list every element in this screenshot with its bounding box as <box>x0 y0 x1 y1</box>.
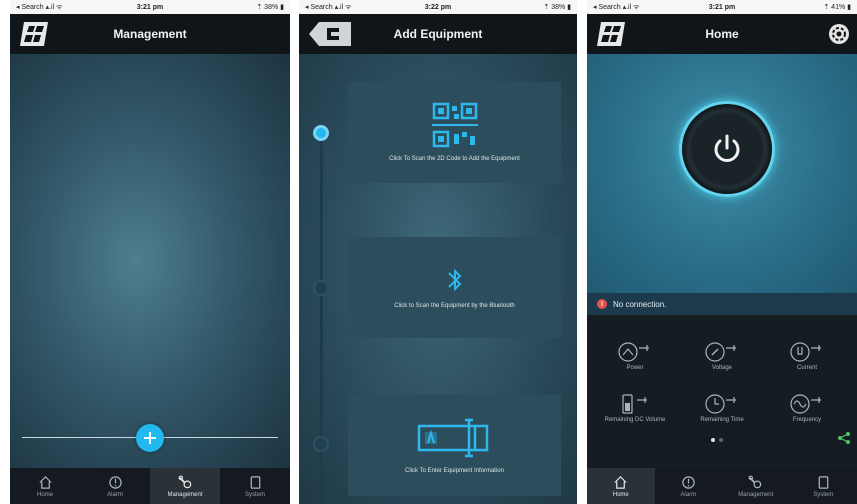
add-equipment-screen: ◂ Search ▴.il ᯤ 3:22 pm ⇡ 38% ▮ Add Equi… <box>299 0 577 504</box>
power-panel <box>587 54 857 293</box>
current-icon <box>790 342 821 362</box>
battery-icon <box>622 394 647 414</box>
tab-label: Home <box>36 491 53 498</box>
tab-alarm[interactable]: Alarm <box>655 468 723 504</box>
page-dot-active <box>711 438 715 442</box>
voltage-icon <box>705 342 736 362</box>
metric-label: Current <box>796 365 817 371</box>
tab-alarm[interactable]: Alarm <box>80 468 150 504</box>
wrench-gear-icon <box>748 475 762 488</box>
tab-label: Management <box>738 491 774 498</box>
tab-home[interactable]: Home <box>10 468 80 504</box>
status-bar: ◂ Search ▴.il ᯤ 3:21 pm ⇡ 41% ▮ <box>587 0 857 14</box>
metric-power: Power <box>593 341 677 387</box>
gear-icon[interactable] <box>827 22 851 46</box>
status-bar: ◂ Search ▴.il ᯤ 3:22 pm ⇡ 38% ▮ <box>299 0 577 14</box>
tab-label: System <box>244 491 265 498</box>
option-label: Click to Scan the Equipment by the Bluet… <box>394 302 515 309</box>
wrench-gear-icon <box>178 475 191 488</box>
metric-label: Remaining Time <box>700 417 744 423</box>
option-label: Click To Enter Equipment Information <box>405 467 504 474</box>
nav-bar: Home <box>587 14 857 54</box>
metric-label: Voltage <box>711 365 733 371</box>
status-carrier: ◂ Search ▴.il ᯤ <box>16 3 63 11</box>
metric-remaining-time: Remaining Time <box>680 393 764 439</box>
share-icon[interactable] <box>837 431 851 445</box>
page-title: Add Equipment <box>393 27 483 41</box>
tab-bar: Home Alarm Management System <box>587 468 857 504</box>
scan-bluetooth-option[interactable]: Click to Scan the Equipment by the Bluet… <box>348 237 561 338</box>
tab-label: Alarm <box>107 491 123 498</box>
page-title: Home <box>705 27 739 41</box>
metric-label: Remaining DC Volume <box>604 417 666 423</box>
status-battery: ⇡ 41% ▮ <box>823 4 851 11</box>
metric-label: Frequency <box>792 417 822 423</box>
metric-current: Current <box>765 341 849 387</box>
power-icon <box>714 134 740 162</box>
step-indicator <box>313 436 329 452</box>
nav-bar: Add Equipment <box>299 14 577 54</box>
option-label: Click To Scan the 2D Code to Add the Equ… <box>389 155 520 162</box>
tab-management[interactable]: Management <box>150 468 220 504</box>
tab-home[interactable]: Home <box>587 468 655 504</box>
status-time: 3:22 pm <box>424 3 452 11</box>
add-equipment-button[interactable] <box>136 424 164 452</box>
enter-info-option[interactable]: Click To Enter Equipment Information <box>348 395 561 496</box>
tab-bar: Home Alarm Management System <box>10 468 290 504</box>
app-logo-icon <box>597 22 625 46</box>
status-carrier: ◂ Search ▴.il ᯤ <box>593 3 640 11</box>
clock-icon <box>705 394 736 414</box>
step-indicator-active <box>313 125 329 141</box>
qr-code-icon <box>431 102 478 147</box>
connection-status-text: No connection. <box>613 299 667 309</box>
metric-voltage: Voltage <box>680 341 764 387</box>
metric-label: Power <box>626 365 644 371</box>
alarm-icon <box>108 475 122 489</box>
document-icon <box>818 475 829 489</box>
status-carrier: ◂ Search ▴.il ᯤ <box>305 3 352 11</box>
power-button[interactable] <box>679 101 775 197</box>
management-screen: ◂ Search ▴.il ᯤ 3:21 pm ⇡ 38% ▮ Manageme… <box>10 0 290 504</box>
tab-system[interactable]: System <box>790 468 857 504</box>
home-icon <box>38 475 52 489</box>
metrics-panel: Power Voltage Current Remaining DC Volum… <box>587 315 857 468</box>
metric-remaining-dc-volume: Remaining DC Volume <box>593 393 677 439</box>
tab-label: Home <box>612 491 629 498</box>
page-dot <box>719 438 723 442</box>
frequency-icon <box>790 394 821 414</box>
add-equipment-content: Click To Scan the 2D Code to Add the Equ… <box>299 54 577 504</box>
home-screen: ◂ Search ▴.il ᯤ 3:21 pm ⇡ 41% ▮ Home ! N… <box>587 0 857 504</box>
back-arrow-icon[interactable] <box>309 22 351 46</box>
scan-qr-option[interactable]: Click To Scan the 2D Code to Add the Equ… <box>348 82 561 183</box>
connection-status-bar: ! No connection. <box>587 293 857 315</box>
management-content <box>10 54 290 468</box>
alert-icon: ! <box>597 299 607 309</box>
tab-label: Alarm <box>680 491 697 498</box>
tab-label: Management <box>167 491 203 498</box>
status-time: 3:21 pm <box>136 3 164 11</box>
tab-management[interactable]: Management <box>722 468 790 504</box>
plus-icon <box>144 432 156 444</box>
document-icon <box>250 475 260 489</box>
status-time: 3:21 pm <box>708 3 736 11</box>
page-title: Management <box>113 27 187 41</box>
app-logo-icon <box>20 22 48 46</box>
status-battery: ⇡ 38% ▮ <box>543 4 572 11</box>
status-bar: ◂ Search ▴.il ᯤ 3:21 pm ⇡ 38% ▮ <box>10 0 290 14</box>
nav-bar: Management <box>10 14 290 54</box>
alarm-icon <box>682 475 695 489</box>
page-indicator <box>711 438 723 442</box>
tab-label: System <box>813 491 834 498</box>
power-meter-icon <box>618 342 649 362</box>
bluetooth-icon <box>447 268 461 292</box>
step-indicator <box>313 280 329 296</box>
home-icon <box>614 475 627 489</box>
status-battery: ⇡ 38% ▮ <box>256 4 284 11</box>
tab-system[interactable]: System <box>220 468 290 504</box>
manual-entry-icon <box>417 418 488 457</box>
